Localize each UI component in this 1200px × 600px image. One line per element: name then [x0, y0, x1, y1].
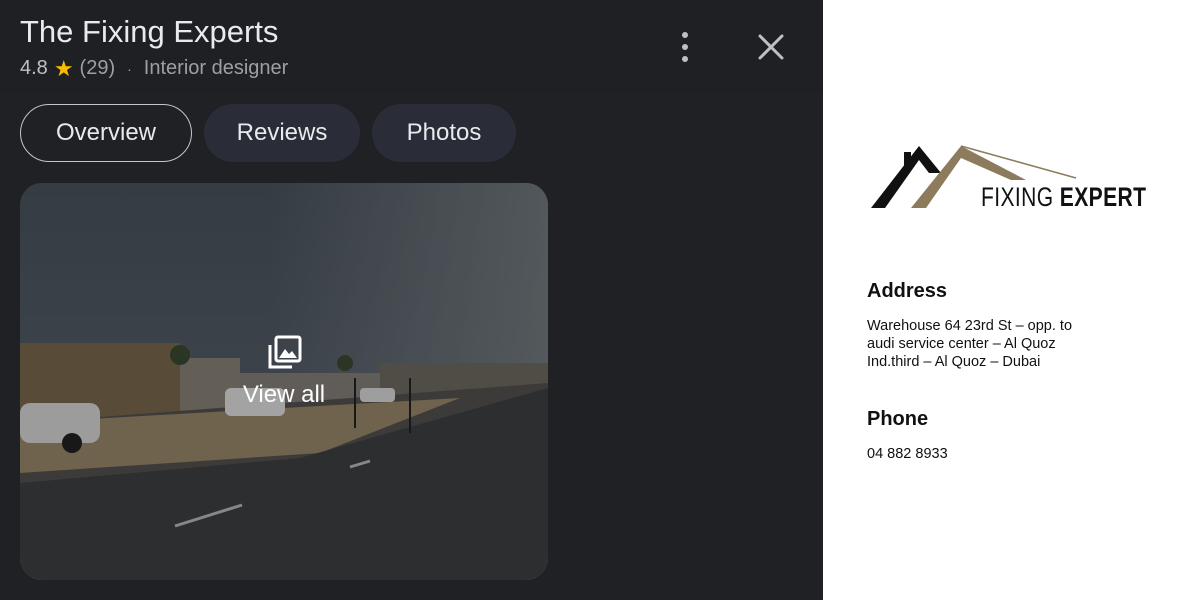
place-meta: 4.8 ★ (29) · Interior designer	[20, 57, 288, 80]
more-vert-dot	[682, 44, 688, 50]
address-heading: Address	[867, 280, 948, 302]
place-header: The Fixing Experts 4.8 ★ (29) · Interior…	[0, 0, 823, 92]
phone-number: 04 882 8933	[867, 446, 948, 462]
business-card: FIXING EXPERT Address Warehouse 64 23rd …	[823, 0, 1200, 600]
logo-text-bold: EXPERT	[1059, 182, 1147, 212]
photo-view-all-card[interactable]: View all	[20, 183, 548, 580]
place-title: The Fixing Experts	[20, 14, 279, 49]
photo-library-icon	[268, 335, 302, 369]
address-text: Warehouse 64 23rd St – opp. to audi serv…	[867, 317, 1127, 371]
more-vert-dot	[682, 56, 688, 62]
address-line: audi service center – Al Quoz	[867, 336, 1056, 352]
view-all-overlay[interactable]: View all	[20, 333, 548, 409]
tab-bar: Overview Reviews Photos	[20, 104, 516, 162]
view-all-label: View all	[242, 381, 326, 408]
more-vert-icon	[682, 32, 688, 38]
address-line: Ind.third – Al Quoz – Dubai	[867, 354, 1041, 370]
place-category[interactable]: Interior designer	[144, 57, 289, 80]
separator-dot: ·	[127, 60, 132, 77]
review-count[interactable]: (29)	[80, 57, 116, 80]
close-button[interactable]	[752, 28, 790, 66]
tab-overview[interactable]: Overview	[20, 104, 192, 162]
logo-text-regular: FIXING	[981, 182, 1054, 212]
place-panel: The Fixing Experts 4.8 ★ (29) · Interior…	[0, 0, 823, 600]
rating-value: 4.8	[20, 57, 48, 79]
phone-heading: Phone	[867, 408, 929, 430]
tab-reviews[interactable]: Reviews	[204, 104, 360, 162]
address-line: Warehouse 64 23rd St – opp. to	[867, 318, 1073, 334]
tab-photos[interactable]: Photos	[372, 104, 516, 162]
logo-text: FIXING EXPERT	[981, 182, 1146, 213]
star-icon: ★	[53, 55, 74, 81]
close-icon	[758, 34, 784, 60]
more-options-button[interactable]	[670, 28, 700, 66]
